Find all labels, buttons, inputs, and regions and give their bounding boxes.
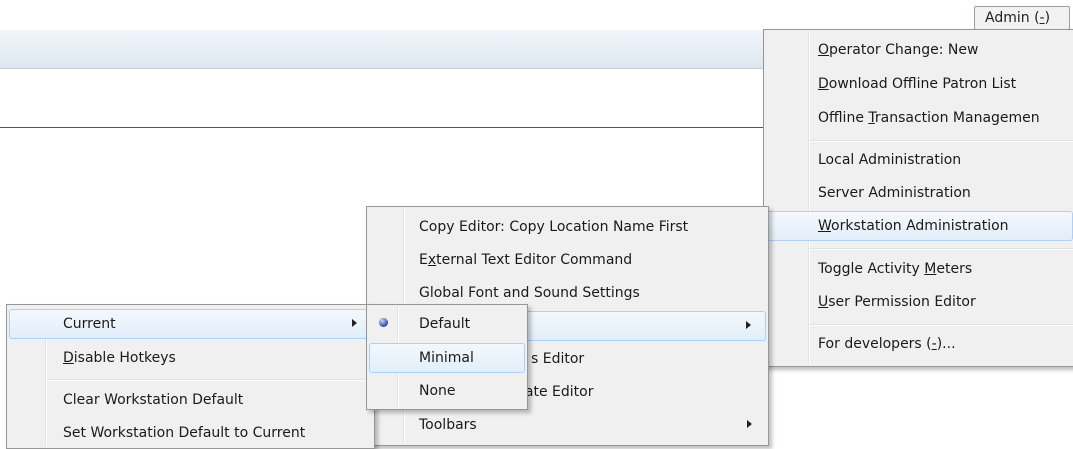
menu-separator <box>47 379 372 381</box>
menu-separator <box>810 140 1073 142</box>
menu-item-local-administration[interactable]: Local Administration <box>766 145 1073 175</box>
menu-item-toggle-activity-meters[interactable]: Toggle Activity Meters <box>766 254 1073 284</box>
menu-item-set-workstation-default-to-current[interactable]: Set Workstation Default to Current <box>9 418 372 448</box>
menu-item-for-developers[interactable]: For developers (-)... <box>766 329 1073 359</box>
menu-item-default[interactable]: Default <box>369 309 525 339</box>
menu-item-minimal[interactable]: Minimal <box>369 343 525 373</box>
menu-item-current[interactable]: Current <box>9 309 372 339</box>
menu-item-copy-editor-copy-location-name-first[interactable]: Copy Editor: Copy Location Name First <box>369 212 766 242</box>
menu-item-operator-change[interactable]: Operator Change: New <box>766 35 1073 65</box>
menu-item-external-text-editor-command[interactable]: External Text Editor Command <box>369 245 766 275</box>
radio-selected-icon <box>379 318 388 327</box>
submenu-arrow-icon <box>747 420 752 428</box>
hotkeys-menu: Current Disable Hotkeys Clear Workstatio… <box>6 304 375 449</box>
menu-item-user-permission-editor[interactable]: User Permission Editor <box>766 287 1073 317</box>
admin-menu: Operator Change: New Download Offline Pa… <box>763 29 1073 367</box>
menu-item-disable-hotkeys[interactable]: Disable Hotkeys <box>9 343 372 373</box>
menu-item-clear-workstation-default[interactable]: Clear Workstation Default <box>9 385 372 415</box>
menu-item-server-administration[interactable]: Server Administration <box>766 178 1073 208</box>
menu-item-workstation-administration[interactable]: Workstation Administration <box>766 211 1073 241</box>
menu-item-download-offline-patron-list[interactable]: Download Offline Patron List <box>766 69 1073 99</box>
submenu-arrow-icon <box>746 321 751 329</box>
menu-item-offline-transaction-management[interactable]: Offline Transaction Managemen <box>766 103 1073 133</box>
menu-item-toolbars[interactable]: Toolbars <box>369 410 766 440</box>
admin-menu-button[interactable]: Admin (-) <box>974 6 1070 30</box>
current-menu: Default Minimal None <box>366 304 528 410</box>
menu-item-none[interactable]: None <box>369 376 525 406</box>
top-bar: Admin (-) <box>0 0 1073 30</box>
menu-separator <box>810 324 1073 326</box>
submenu-arrow-icon <box>352 319 357 327</box>
menu-separator <box>810 248 1073 250</box>
